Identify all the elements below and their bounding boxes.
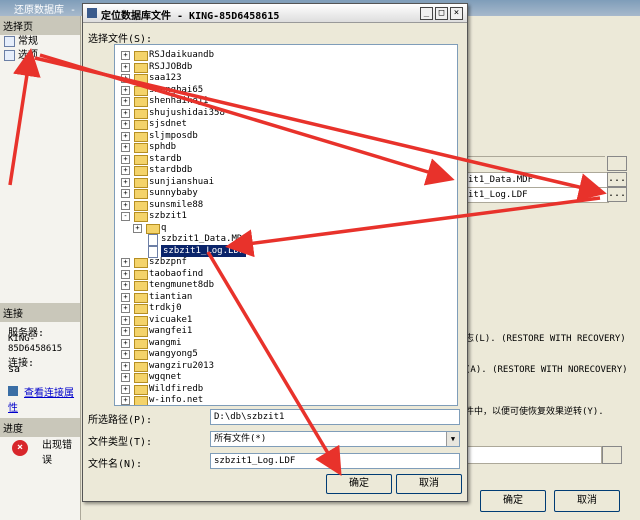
annotation-arrow bbox=[8, 48, 41, 186]
annotation-arrow bbox=[225, 196, 601, 258]
annotation-arrows bbox=[8, 48, 607, 477]
annotation-arrow bbox=[39, 53, 455, 186]
annotation-arrow bbox=[206, 251, 342, 477]
